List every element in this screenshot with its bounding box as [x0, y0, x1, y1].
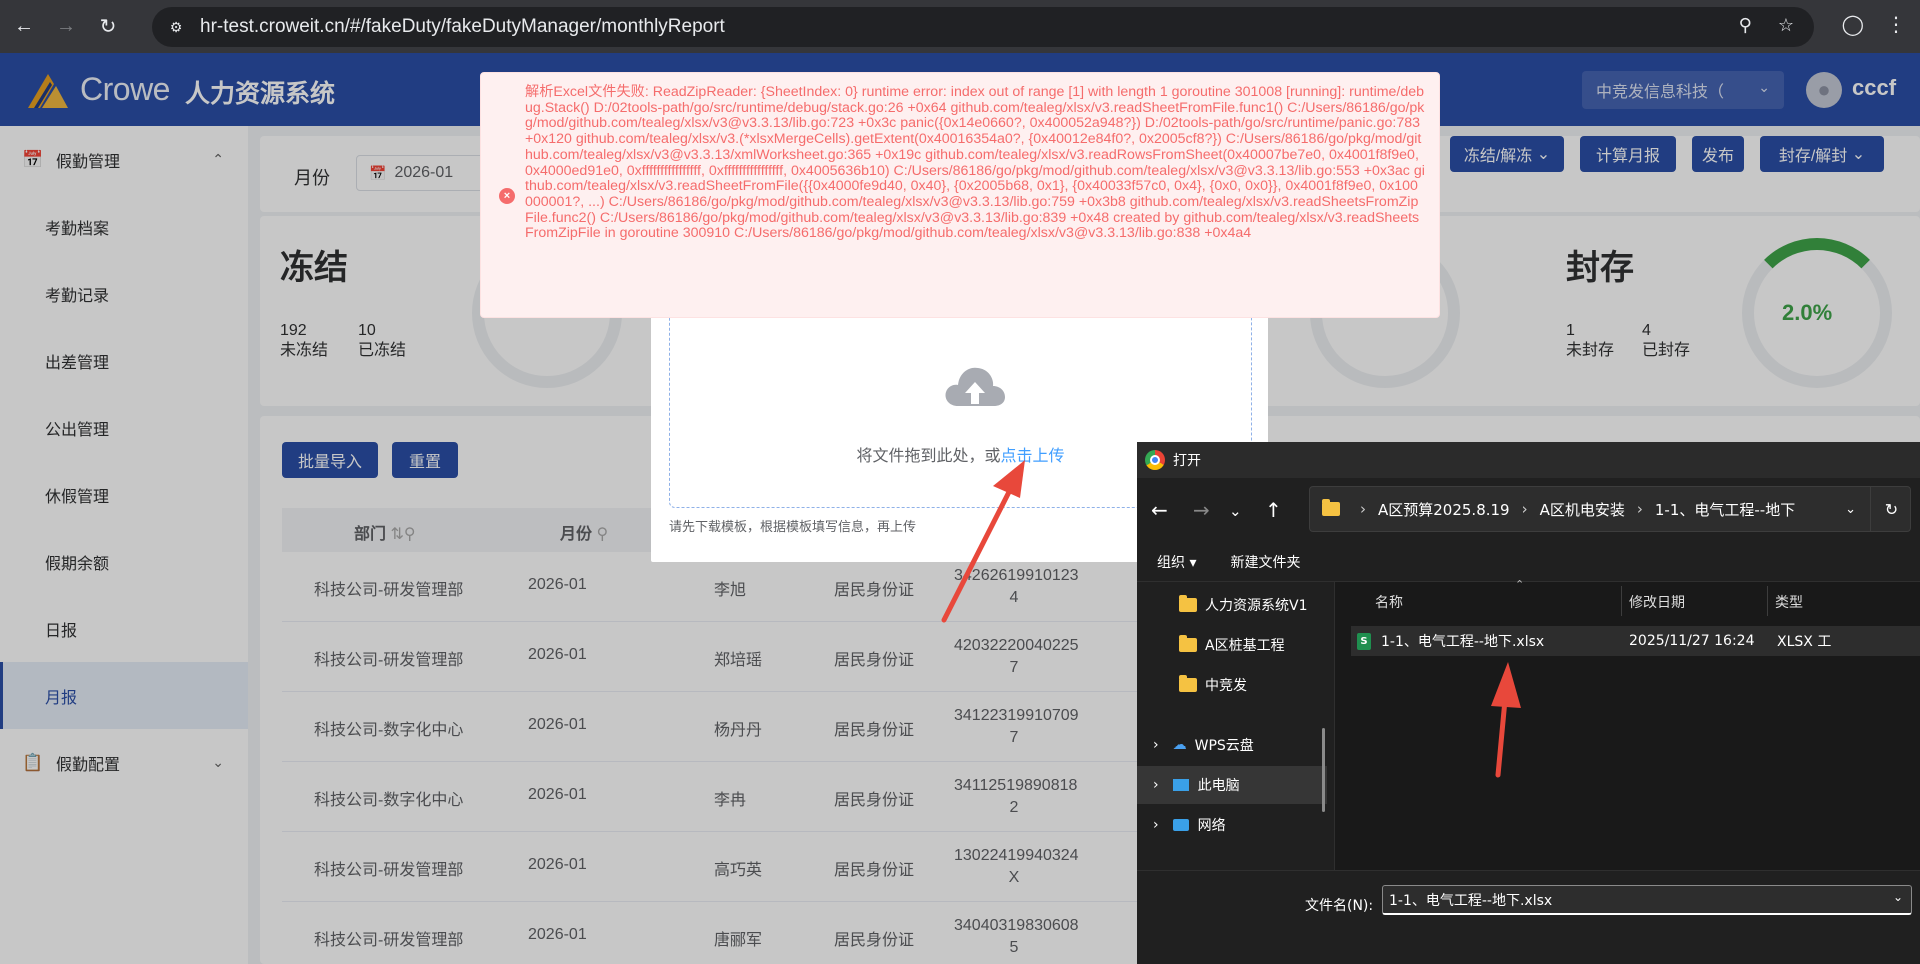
tree-item[interactable]: 人力资源系统V1: [1137, 586, 1327, 624]
tree-scrollbar[interactable]: [1322, 728, 1325, 812]
forward-icon[interactable]: →: [48, 9, 84, 45]
folder-tree: 人力资源系统V1 A区桩基工程 中竞发 › ☁ WPS云盘 › 此电脑 › 网络: [1137, 582, 1335, 870]
tree-label: 中竞发: [1205, 678, 1247, 694]
reload-icon[interactable]: ↻: [90, 9, 126, 45]
error-message: × 解析Excel文件失败: ReadZipReader: {SheetInde…: [480, 72, 1440, 318]
path-separator-icon: ›: [1360, 500, 1366, 518]
file-row[interactable]: S 1-1、电气工程--地下.xlsx 2025/11/27 16:24 XLS…: [1351, 626, 1920, 656]
folder-icon: [1179, 635, 1197, 652]
upload-cloud-icon: [945, 367, 1005, 406]
back-icon[interactable]: ←: [1151, 498, 1168, 522]
error-text: 解析Excel文件失败: ReadZipReader: {SheetIndex:…: [525, 84, 1425, 242]
file-open-dialog: 打开 ← → ⌄ ↑ › A区预算2025.8.19 › A区机电安装 › 1-…: [1137, 442, 1920, 964]
tree-label: WPS云盘: [1194, 738, 1254, 754]
tree-label: A区桩基工程: [1205, 638, 1285, 654]
column-date[interactable]: 修改日期: [1629, 592, 1685, 612]
file-list: ⌃ 名称 修改日期 类型 S 1-1、电气工程--地下.xlsx 2025/11…: [1335, 578, 1920, 870]
expand-chevron-icon[interactable]: ›: [1153, 737, 1159, 753]
address-bar[interactable]: ⚙ hr-test.croweit.cn/#/fakeDuty/fakeDuty…: [152, 7, 1814, 47]
up-arrow-icon[interactable]: ↑: [1265, 498, 1282, 522]
recent-chevron-icon[interactable]: ⌄: [1229, 502, 1242, 520]
path-separator-icon: ›: [1521, 500, 1528, 518]
profile-icon[interactable]: ◯: [1842, 12, 1864, 37]
chevron-down-icon[interactable]: ⌄: [1893, 890, 1903, 904]
xlsx-file-icon: S: [1357, 632, 1371, 650]
folder-icon: [1322, 499, 1340, 516]
path-separator-icon: ›: [1636, 500, 1643, 518]
browser-toolbar: ← → ↻ ⚙ hr-test.croweit.cn/#/fakeDuty/fa…: [0, 0, 1920, 53]
drop-instruction: 将文件拖到此处，或: [856, 448, 1001, 465]
new-folder-button[interactable]: 新建文件夹: [1230, 552, 1300, 572]
organize-menu[interactable]: 组织 ▾: [1157, 552, 1196, 572]
path-segment[interactable]: 1-1、电气工程--地下: [1655, 499, 1795, 520]
forward-icon[interactable]: →: [1193, 498, 1210, 522]
path-bar[interactable]: › A区预算2025.8.19 › A区机电安装 › 1-1、电气工程--地下 …: [1309, 486, 1911, 532]
tree-label: 网络: [1197, 818, 1226, 834]
folder-icon: [1179, 595, 1197, 612]
computer-icon: [1172, 779, 1189, 791]
bookmark-star-icon[interactable]: ☆: [1778, 15, 1794, 36]
column-type[interactable]: 类型: [1775, 592, 1803, 612]
file-dialog-toolbar: 组织 ▾ 新建文件夹: [1137, 542, 1920, 582]
column-divider[interactable]: [1767, 586, 1768, 616]
tree-item-wps-cloud[interactable]: › ☁ WPS云盘: [1137, 726, 1327, 764]
upload-tip: 请先下载模板，根据模板填写信息，再上传: [669, 519, 917, 534]
error-circle-icon: ×: [499, 188, 515, 204]
file-type: XLSX 工: [1777, 634, 1832, 650]
click-upload-link[interactable]: 点击上传: [1001, 448, 1065, 465]
file-dialog-nav: ← → ⌄ ↑ › A区预算2025.8.19 › A区机电安装 › 1-1、电…: [1137, 478, 1920, 542]
path-segment[interactable]: A区预算2025.8.19: [1378, 499, 1510, 520]
cloud-icon: ☁: [1172, 737, 1187, 753]
back-icon[interactable]: ←: [6, 9, 42, 45]
tree-item[interactable]: A区桩基工程: [1137, 626, 1327, 664]
filename-input[interactable]: 1-1、电气工程--地下.xlsx ⌄: [1382, 885, 1912, 915]
column-divider[interactable]: [1621, 586, 1622, 616]
expand-chevron-icon[interactable]: ›: [1153, 777, 1159, 793]
refresh-icon[interactable]: ↻: [1870, 487, 1912, 531]
file-dialog-title: 打开: [1173, 453, 1201, 469]
tree-item[interactable]: 中竞发: [1137, 666, 1327, 704]
sort-up-icon: ⌃: [1515, 578, 1525, 591]
tree-item-network[interactable]: › 网络: [1137, 806, 1327, 844]
filename-value: 1-1、电气工程--地下.xlsx: [1389, 892, 1553, 909]
chrome-icon: [1145, 450, 1165, 470]
expand-chevron-icon[interactable]: ›: [1153, 817, 1159, 833]
file-date: 2025/11/27 16:24: [1629, 633, 1755, 649]
url-text[interactable]: hr-test.croweit.cn/#/fakeDuty/fakeDutyMa…: [200, 16, 725, 38]
file-name: 1-1、电气工程--地下.xlsx: [1381, 634, 1545, 650]
path-segment[interactable]: A区机电安装: [1540, 499, 1625, 520]
tree-label: 此电脑: [1197, 778, 1240, 794]
column-name[interactable]: 名称: [1375, 592, 1403, 612]
path-history-chevron-icon[interactable]: ⌄: [1845, 502, 1856, 517]
file-dialog-footer: 文件名(N): 1-1、电气工程--地下.xlsx ⌄: [1137, 870, 1920, 964]
filename-label: 文件名(N):: [1305, 898, 1374, 914]
menu-kebab-icon[interactable]: ⋮: [1886, 12, 1906, 37]
folder-icon: [1179, 675, 1197, 692]
network-icon: [1172, 819, 1189, 831]
site-settings-icon[interactable]: ⚙: [166, 17, 186, 37]
organize-label: 组织: [1157, 554, 1185, 571]
tree-label: 人力资源系统V1: [1205, 598, 1308, 614]
zoom-icon[interactable]: ⚲: [1739, 15, 1752, 36]
file-dialog-titlebar: 打开: [1137, 442, 1920, 478]
tree-item-this-pc[interactable]: › 此电脑: [1137, 766, 1327, 804]
